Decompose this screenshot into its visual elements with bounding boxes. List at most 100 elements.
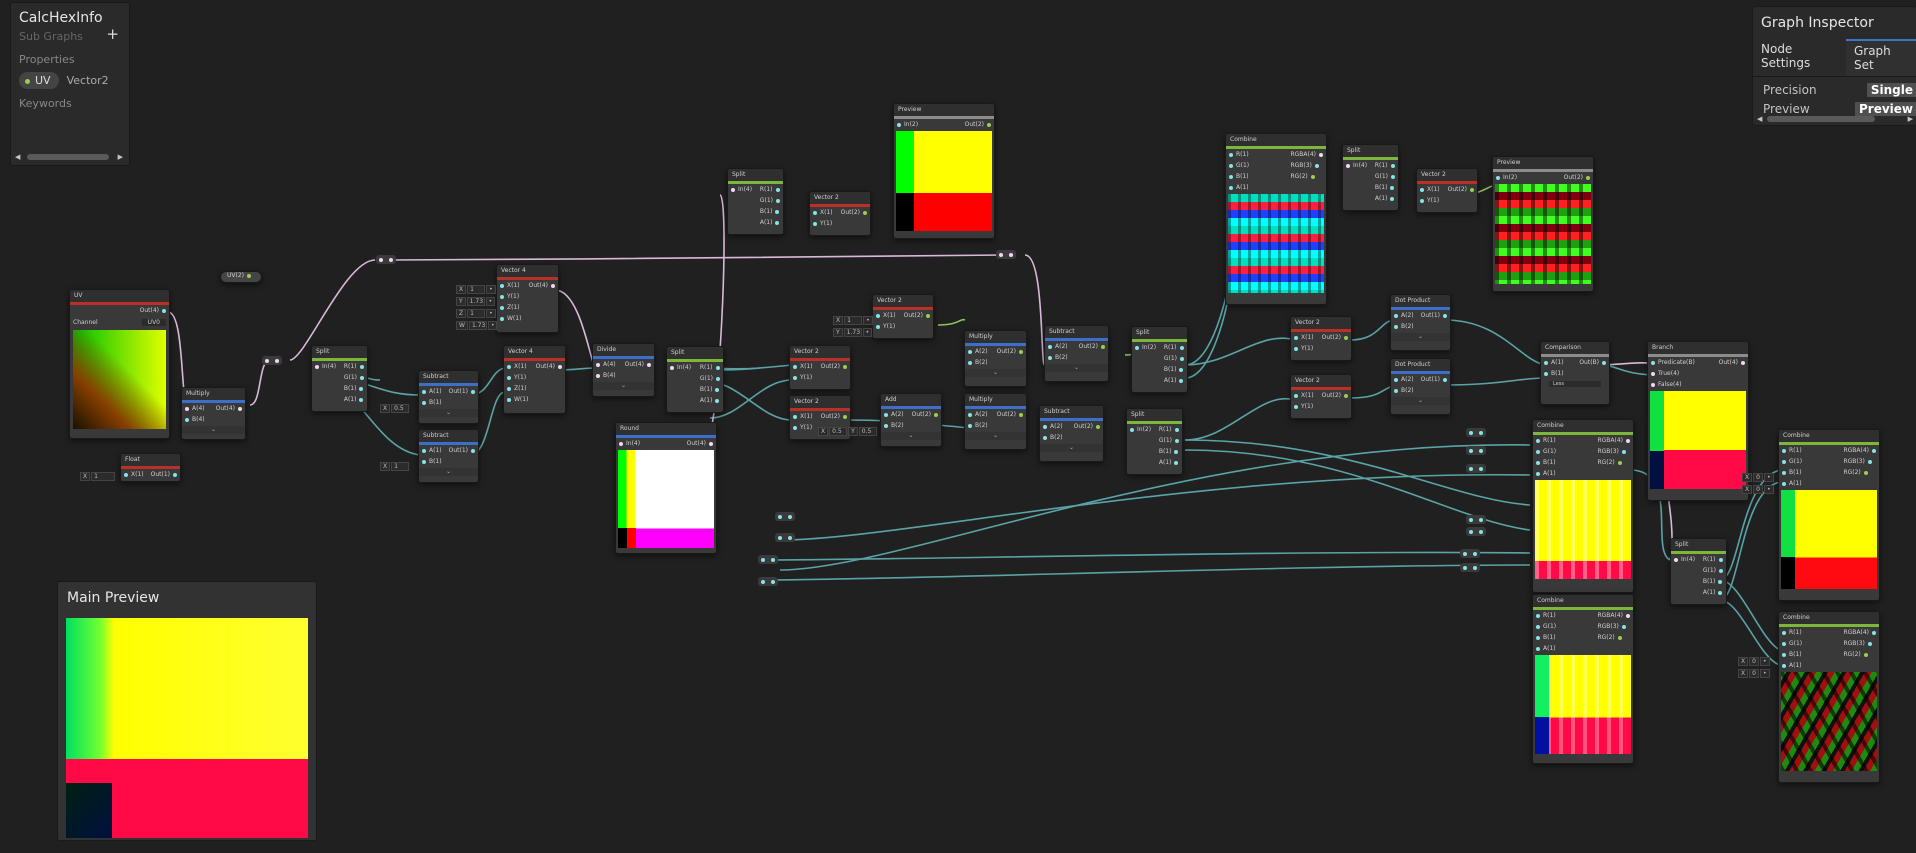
port-in[interactable]: In(4)	[315, 363, 336, 371]
port-in[interactable]: X(1)	[876, 312, 896, 320]
port-in[interactable]: Y(1)	[793, 424, 813, 432]
port-in[interactable]: A(1)	[1536, 470, 1556, 478]
port-in[interactable]: In(2)	[1130, 426, 1151, 434]
inspector-scrollbar[interactable]: ◀ ▶	[1757, 115, 1915, 123]
expand-chevron-icon[interactable]: ⌄	[1045, 364, 1108, 372]
node-split[interactable]: Split In(4) R(1) G(1) B(1) A(1)	[666, 346, 724, 413]
preview-dropdown[interactable]: Preview	[1854, 102, 1916, 116]
node-vector2[interactable]: Vector 2 X(1) Y(1) Out(2)	[872, 294, 934, 339]
port-out[interactable]: RGBA(4)	[1843, 629, 1876, 637]
port-in[interactable]: X(1)	[507, 363, 528, 371]
subtract-b-field[interactable]: X1	[380, 462, 410, 471]
node-multiply[interactable]: Multiply A(2) B(2) Out(2) ⌄	[964, 393, 1027, 450]
node-float[interactable]: Float X(1) Out(1)	[120, 453, 181, 482]
port-in[interactable]: False(4)	[1651, 381, 1695, 389]
node-combine[interactable]: Combine R(1) G(1) B(1) A(1) RGBA(4) RGB(3) RG…	[1778, 429, 1880, 601]
expand-chevron-icon[interactable]: ⌄	[1391, 333, 1450, 341]
reroute-node[interactable]	[1466, 515, 1486, 524]
port-out[interactable]: R(1)	[1375, 162, 1395, 170]
scrollbar-thumb[interactable]	[1767, 116, 1875, 122]
reroute-node[interactable]	[1466, 527, 1486, 536]
port-in[interactable]: B(4)	[596, 372, 616, 380]
port-out[interactable]: B(1)	[700, 386, 720, 394]
port-in[interactable]: B(2)	[968, 422, 988, 430]
port-out[interactable]: A(1)	[344, 396, 364, 404]
port-out[interactable]: RGB(3)	[1597, 623, 1630, 631]
port-out[interactable]: B(1)	[1159, 448, 1179, 456]
port-in[interactable]: In(2)	[1496, 174, 1517, 182]
port-in[interactable]: A(2)	[1394, 376, 1414, 384]
port-out[interactable]: A(1)	[700, 397, 720, 405]
expand-chevron-icon[interactable]: ⌄	[182, 426, 245, 434]
combine-input-fields[interactable]: X 0 • X 0 •	[1738, 656, 1771, 680]
reroute-node[interactable]	[1466, 428, 1486, 437]
port-out[interactable]: Out(2)	[841, 209, 867, 217]
reroute-node[interactable]	[996, 250, 1016, 259]
port-in[interactable]: B(1)	[1229, 173, 1249, 181]
port-in[interactable]: B(1)	[1544, 370, 1564, 378]
port-out[interactable]: G(1)	[344, 374, 364, 382]
port-in[interactable]: X(1)	[1294, 334, 1314, 342]
port-in[interactable]: A(1)	[1229, 184, 1249, 192]
port-in[interactable]: In(4)	[1674, 556, 1695, 564]
port-out[interactable]: A(1)	[1164, 377, 1184, 385]
port-in[interactable]: Y(1)	[507, 374, 528, 382]
reroute-node[interactable]	[775, 533, 795, 542]
port-in[interactable]: W(1)	[507, 396, 528, 404]
port-in[interactable]: Y(1)	[793, 374, 813, 382]
port-in[interactable]: Z(1)	[500, 304, 521, 312]
reroute-node[interactable]	[758, 577, 778, 586]
port-out[interactable]: G(1)	[1375, 173, 1395, 181]
port-out[interactable]: RGB(3)	[1843, 458, 1876, 466]
node-uv[interactable]: UV Out(4) Channel UV0	[69, 289, 170, 439]
node-branch[interactable]: Branch Predicate(B) True(4) False(4) Out(4…	[1647, 341, 1749, 501]
port-out[interactable]: B(1)	[1164, 366, 1184, 374]
port-in[interactable]: In(4)	[731, 186, 752, 194]
channel-dropdown[interactable]: UV0	[141, 319, 166, 326]
combine-input-fields[interactable]: X 0 • X 0 •	[1742, 472, 1775, 496]
port-in[interactable]: A(2)	[968, 348, 988, 356]
node-vector4[interactable]: Vector 4 X(1) Y(1) Z(1) W(1) Out(4)	[503, 345, 566, 414]
port-in[interactable]: B(4)	[185, 416, 205, 424]
reroute-node[interactable]	[775, 512, 795, 521]
port-out[interactable]: A(1)	[1703, 589, 1723, 597]
port-out[interactable]: G(1)	[1703, 567, 1723, 575]
port-out[interactable]: Out(1)	[449, 388, 475, 396]
port-in[interactable]: B(1)	[422, 458, 442, 466]
vector2-input-fields[interactable]: X 1 • Y 1.73 •	[833, 315, 874, 339]
port-in[interactable]: R(1)	[1536, 437, 1556, 445]
port-in[interactable]: X(1)	[793, 363, 813, 371]
port-in[interactable]: Y(1)	[1420, 197, 1440, 205]
property-node-label[interactable]: UV(2)	[221, 272, 261, 280]
port-out[interactable]: Out(4)	[140, 307, 166, 315]
port-out[interactable]: RGB(3)	[1597, 448, 1630, 456]
property-row[interactable]: UV Vector2	[11, 66, 129, 89]
node-split[interactable]: Split In(2) R(1) G(1) B(1) A(1)	[1126, 408, 1183, 475]
port-out[interactable]: Out(4)	[529, 282, 555, 290]
port-out[interactable]: Out(4)	[1719, 359, 1745, 367]
port-in[interactable]: B(2)	[1048, 354, 1068, 362]
port-in[interactable]: In(4)	[619, 440, 640, 448]
add-property-button[interactable]: +	[106, 25, 119, 43]
node-vector2[interactable]: Vector 2 X(1) Y(1) Out(2)	[1290, 374, 1352, 419]
port-out[interactable]: G(1)	[1159, 437, 1179, 445]
port-out[interactable]: Out(2)	[821, 363, 847, 371]
reroute-node[interactable]	[1466, 446, 1486, 455]
main-preview-panel[interactable]: Main Preview	[57, 581, 317, 841]
tab-graph-settings[interactable]: Graph Set	[1845, 39, 1916, 76]
port-out[interactable]: G(1)	[700, 375, 720, 383]
node-round[interactable]: Round In(4) Out(4)	[615, 422, 717, 554]
node-multiply[interactable]: Multiply A(4) B(4) Out(4) ⌄	[181, 387, 246, 440]
port-out[interactable]: Out(4)	[625, 361, 651, 369]
port-in[interactable]: B(2)	[1394, 387, 1414, 395]
port-in[interactable]: In(4)	[670, 364, 691, 372]
port-in[interactable]: A(4)	[185, 405, 205, 413]
node-comparison[interactable]: Comparison A(1) B(1) Out(B) Less	[1540, 341, 1610, 405]
node-dot-product[interactable]: Dot Product A(2) B(2) Out(1) ⌄	[1390, 358, 1451, 415]
node-combine[interactable]: Combine R(1) G(1) B(1) A(1) RGBA(4) RGB(3) RG…	[1778, 611, 1880, 783]
port-in[interactable]: B(1)	[1536, 634, 1556, 642]
port-in[interactable]: X(1)	[793, 413, 813, 421]
reroute-node[interactable]	[1466, 464, 1486, 473]
port-in[interactable]: In(2)	[897, 121, 918, 129]
port-in[interactable]: Y(1)	[1294, 403, 1314, 411]
